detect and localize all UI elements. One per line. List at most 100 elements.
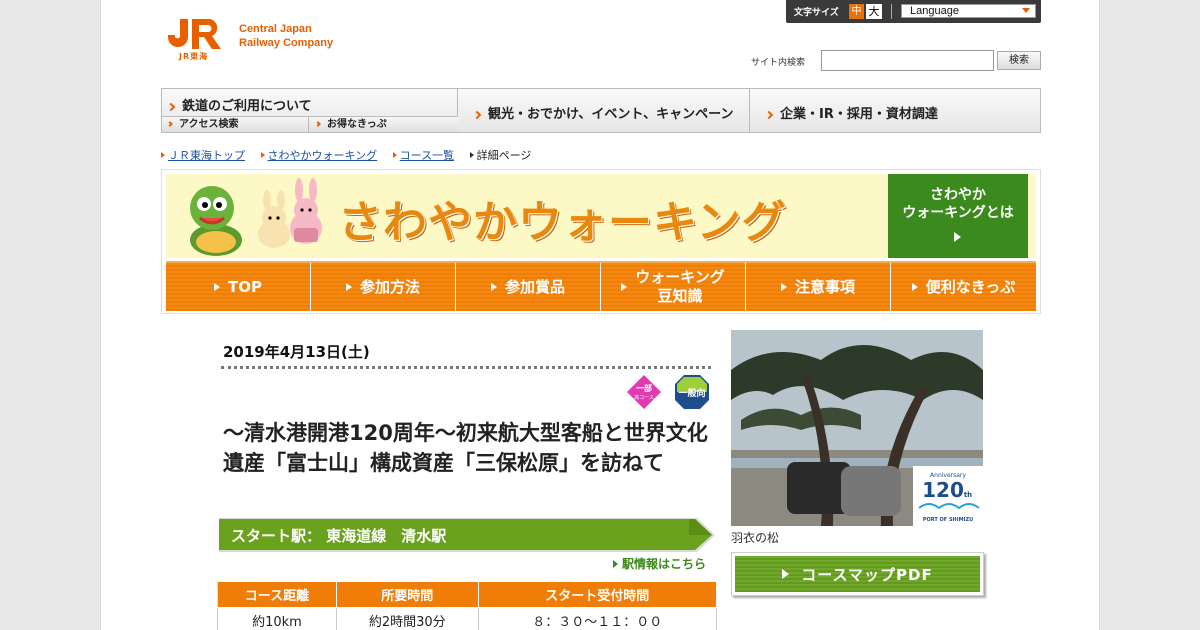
banner-header: さわやかウォーキング さわやか ウォーキングとは [166, 174, 1036, 258]
badge2-text: 一般向 [678, 387, 705, 399]
course-map-pdf-button[interactable]: コースマップPDF [731, 552, 984, 596]
tab-top[interactable]: TOP [166, 263, 311, 311]
breadcrumb-link[interactable]: さわやかウォーキング [268, 149, 378, 162]
nav-sub-label: アクセス検索 [179, 119, 239, 130]
dropdown-arrow-icon [1022, 8, 1030, 13]
triangle-right-icon [345, 283, 352, 291]
banner-title: さわやかウォーキング [338, 197, 787, 248]
tab-label: 便利なきっぷ [925, 277, 1016, 296]
jr-logo-mark[interactable] [166, 17, 228, 51]
about-walking-button[interactable]: さわやか ウォーキングとは [888, 174, 1028, 258]
logo-line1: Central Japan [239, 23, 312, 35]
breadcrumb-current-label: 詳細ページ [476, 149, 532, 162]
tab-walking-tips[interactable]: ウォーキング 豆知識 [601, 263, 746, 311]
date-divider [221, 366, 711, 369]
triangle-right-icon [469, 152, 474, 158]
font-size-label: 文字サイズ [794, 8, 839, 18]
nav-item-railway[interactable]: 鉄道のご利用について アクセス検索 お得なきっぷ [162, 89, 458, 132]
triangle-right-icon [260, 152, 265, 158]
breadcrumb-item[interactable]: ＪＲ東海トップ [161, 149, 251, 162]
course-map-pdf-button-face: コースマップPDF [735, 556, 980, 592]
table-header-distance: コース距離 [217, 581, 337, 608]
tab-label: 参加方法 [359, 277, 420, 296]
badge1-bottom-text: 高コース [634, 394, 654, 401]
triangle-right-icon [954, 232, 961, 242]
nav-item-corporate[interactable]: 企業・IR・採用・資材調達 [750, 89, 1040, 132]
language-select[interactable]: Language [901, 4, 1036, 18]
tab-label: TOP [228, 277, 262, 296]
badge1-top-text: 一部 [636, 383, 652, 393]
start-station-label: スタート駅： 東海道線 清水駅 [231, 527, 447, 545]
nav-sub-discount-tickets[interactable]: お得なきっぷ [310, 117, 458, 132]
page: JR東海 Central Japan Railway Company 文字サイズ… [100, 0, 1100, 630]
nav-sub-access-search[interactable]: アクセス検索 [162, 117, 309, 132]
triangle-right-icon [392, 152, 397, 158]
breadcrumb-item[interactable]: さわやかウォーキング [260, 149, 384, 162]
breadcrumb-current: 詳細ページ [469, 149, 538, 162]
triangle-right-icon [911, 283, 918, 291]
language-select-value: Language [910, 5, 959, 17]
walking-banner: さわやかウォーキング さわやか ウォーキングとは TOP 参加方法 参加賞品 ウ… [161, 169, 1041, 314]
chevron-right-icon [167, 121, 173, 127]
tab-how-to-join[interactable]: 参加方法 [311, 263, 456, 311]
font-size-large-button[interactable]: 大 [866, 4, 882, 19]
font-size-medium-button[interactable]: 中 [849, 4, 864, 19]
tab-prizes[interactable]: 参加賞品 [456, 263, 601, 311]
tab-label-line2: 豆知識 [657, 287, 703, 305]
anniversary-badge-number: 120 [922, 478, 964, 502]
anniversary-badge-bottom: PORT OF SHIMIZU [923, 517, 973, 523]
search-button[interactable]: 検索 [997, 51, 1041, 70]
breadcrumb: ＪＲ東海トップ さわやかウォーキング コース一覧 詳細ページ [161, 147, 543, 163]
about-line1: さわやか [930, 187, 986, 203]
anniversary-badge-unit: th [964, 491, 972, 499]
breadcrumb-link[interactable]: ＪＲ東海トップ [168, 149, 245, 162]
triangle-right-icon [621, 283, 628, 291]
general-course-badge-icon: 一般向 [675, 375, 709, 409]
triangle-right-icon [780, 283, 787, 291]
table-cell-duration: 約2時間30分 [335, 607, 479, 630]
tab-notes[interactable]: 注意事項 [746, 263, 891, 311]
chevron-right-icon [166, 102, 176, 112]
search-input[interactable] [821, 50, 994, 71]
course-info-table: コース距離 所要時間 スタート受付時間 約10km 約2時間30分 ８：３０～１… [217, 581, 718, 630]
course-map-pdf-label: コースマップPDF [801, 565, 933, 584]
utility-divider [891, 4, 892, 19]
station-info-link[interactable]: 駅情報はこちら [613, 555, 706, 572]
tab-label: 注意事項 [794, 277, 855, 296]
tab-label-line1: ウォーキング [635, 268, 725, 286]
course-title: ～清水港開港120周年～初来航大型客船と世界文化遺産「富士山」構成資産「三保松原… [223, 421, 708, 475]
nav-item-label: 鉄道のご利用について [182, 99, 312, 114]
table-cell-distance: 約10km [217, 607, 337, 630]
nav-sub-label: お得なきっぷ [327, 119, 387, 130]
tab-tickets[interactable]: 便利なきっぷ [891, 263, 1036, 311]
nav-item-sightseeing[interactable]: 観光・おでかけ、イベント、キャンペーン [458, 89, 750, 132]
course-photo[interactable]: Anniversary 120 th PORT OF SHIMIZU [731, 330, 983, 526]
logo-line2: Railway Company [239, 37, 334, 49]
triangle-right-icon [161, 152, 165, 158]
table-header-row: コース距離 所要時間 スタート受付時間 [217, 581, 718, 608]
table-row: 約10km 約2時間30分 ８：３０～１１：００ [217, 607, 718, 630]
tab-label: 参加賞品 [504, 277, 565, 296]
banner-tabs: TOP 参加方法 参加賞品 ウォーキング 豆知識 注意事項 便利なきっぷ [166, 261, 1036, 311]
tab-label: ウォーキング 豆知識 [635, 268, 725, 306]
course-date: 2019年4月13日(土) [223, 343, 370, 361]
chevron-right-icon [315, 121, 321, 127]
mascot-illustration-icon [190, 178, 322, 256]
breadcrumb-link[interactable]: コース一覧 [400, 149, 454, 162]
about-walking-label: さわやか ウォーキングとは [888, 186, 1028, 222]
partial-advanced-course-badge-icon: 一部 高コース [627, 375, 661, 409]
about-line2: ウォーキングとは [902, 205, 1014, 221]
logo-sub-text: JR東海 [179, 52, 209, 61]
breadcrumb-item[interactable]: コース一覧 [392, 149, 460, 162]
logo-company-name: Central Japan Railway Company [239, 22, 333, 50]
nav-item-label: 企業・IR・採用・資材調達 [780, 107, 938, 122]
chevron-right-icon [472, 110, 482, 120]
table-cell-start-time: ８：３０～１１：００ [477, 607, 718, 630]
table-header-start-time: スタート受付時間 [477, 581, 718, 608]
triangle-right-icon [214, 283, 220, 291]
chevron-right-icon [764, 110, 774, 120]
station-info-link-label: 駅情報はこちら [622, 557, 707, 571]
search-label: サイト内検索 [751, 58, 806, 68]
global-nav: 鉄道のご利用について アクセス検索 お得なきっぷ 観光・おでかけ、イベント、キャ… [161, 88, 1041, 133]
table-header-duration: 所要時間 [335, 581, 479, 608]
